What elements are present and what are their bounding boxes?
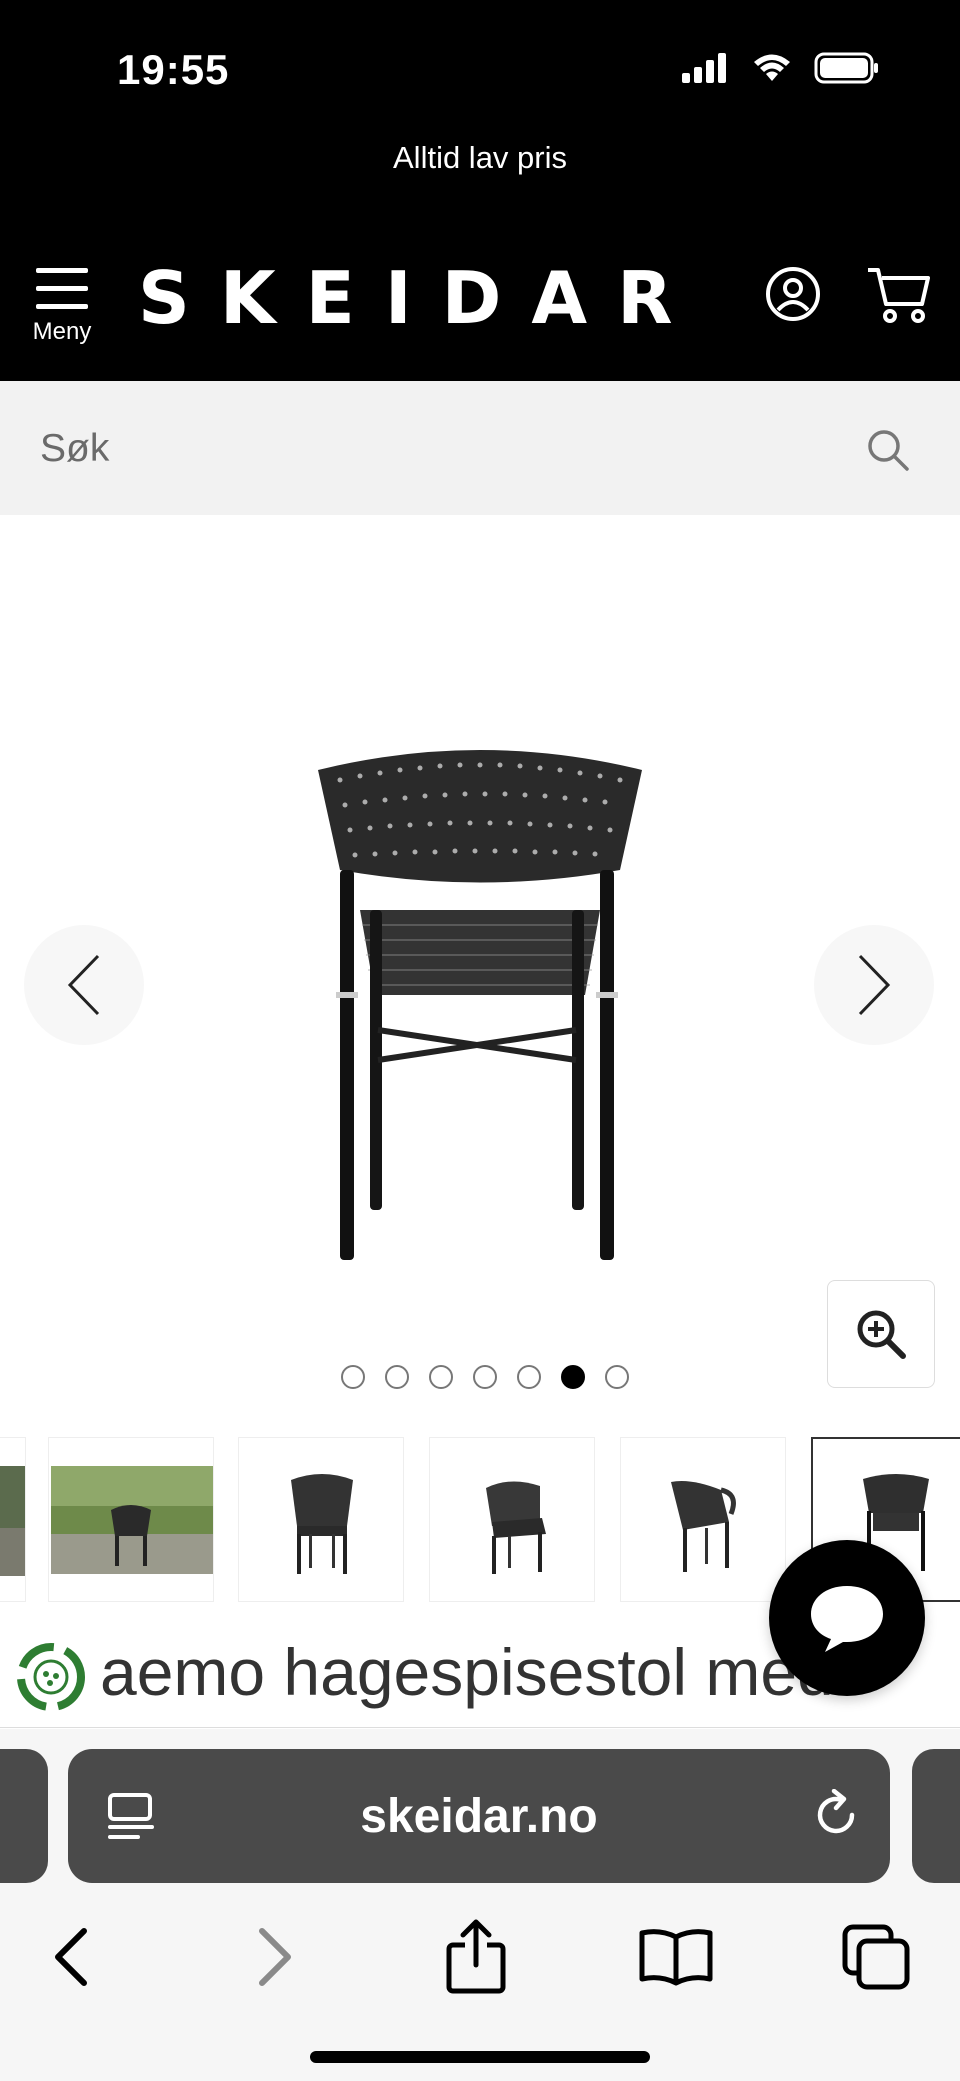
- pagination-dot[interactable]: [517, 1365, 541, 1389]
- chevron-left-icon: [67, 954, 100, 1016]
- pagination-dot[interactable]: [473, 1365, 497, 1389]
- skeidar-logo[interactable]: SKEIDAR: [138, 256, 703, 340]
- back-button[interactable]: [30, 1917, 110, 1997]
- wifi-icon: [754, 54, 790, 81]
- thumbnail-image: [486, 1481, 546, 1574]
- status-bar: 19:55: [0, 0, 960, 120]
- home-indicator: [310, 2051, 650, 2063]
- reload-icon[interactable]: [810, 1789, 862, 1841]
- search-input[interactable]: [40, 419, 840, 479]
- address-bar[interactable]: skeidar.no: [68, 1749, 890, 1883]
- status-icons: [682, 52, 880, 84]
- browser-toolbar: [0, 1907, 960, 2007]
- product-gallery: [0, 515, 960, 1435]
- pagination-dot-active[interactable]: [561, 1365, 585, 1389]
- forward-button[interactable]: [236, 1917, 316, 1997]
- thumbnail-image: [51, 1466, 213, 1574]
- pagination-dot[interactable]: [341, 1365, 365, 1389]
- product-title: aemo hagespisestol med: [100, 1635, 834, 1709]
- status-time: 19:55: [117, 46, 230, 93]
- chat-button[interactable]: [769, 1540, 925, 1696]
- zoom-in-icon: [857, 1310, 906, 1359]
- thumbnail[interactable]: [0, 1437, 26, 1602]
- bookmarks-button[interactable]: [636, 1917, 716, 1997]
- forward-arrow-icon: [259, 1928, 291, 1986]
- search-bar: [0, 381, 960, 515]
- promo-banner: Alltid lav pris: [393, 140, 567, 175]
- tabs-button[interactable]: [836, 1917, 916, 1997]
- chat-bubble-icon: [811, 1586, 883, 1652]
- cart-icon: [868, 268, 930, 323]
- thumbnail-image: [0, 1466, 25, 1576]
- back-arrow-icon: [55, 1928, 87, 1986]
- thumbnail-image: [671, 1481, 736, 1572]
- pagination-dot[interactable]: [605, 1365, 629, 1389]
- next-tab-edge[interactable]: [912, 1749, 960, 1883]
- tabs-icon: [842, 1924, 910, 1990]
- product-image[interactable]: [300, 730, 660, 1270]
- book-icon: [639, 1929, 713, 1986]
- thumbnail[interactable]: [620, 1437, 786, 1602]
- gallery-pagination: [0, 1365, 960, 1389]
- menu-label: Meny: [32, 318, 92, 345]
- gallery-next-button[interactable]: [814, 925, 934, 1045]
- eco-badge-icon[interactable]: [16, 1642, 86, 1712]
- hamburger-icon: [36, 268, 88, 309]
- pagination-dot[interactable]: [429, 1365, 453, 1389]
- chevron-right-icon: [858, 954, 891, 1016]
- menu-button[interactable]: Meny: [30, 266, 94, 350]
- gallery-prev-button[interactable]: [24, 925, 144, 1045]
- search-icon[interactable]: [866, 428, 910, 472]
- site-header: Meny SKEIDAR: [0, 240, 960, 360]
- account-button[interactable]: [765, 266, 821, 322]
- thumbnail-image: [291, 1474, 353, 1574]
- thumbnail[interactable]: [238, 1437, 404, 1602]
- browser-bar: skeidar.no: [0, 1729, 960, 2081]
- cart-button[interactable]: [866, 264, 932, 324]
- share-button[interactable]: [436, 1917, 516, 1997]
- previous-tab-edge[interactable]: [0, 1749, 48, 1883]
- share-icon: [446, 1919, 506, 1994]
- url-text: skeidar.no: [360, 1790, 598, 1843]
- user-icon: [766, 267, 820, 321]
- signal-icon: [682, 53, 726, 83]
- top-header-area: 19:55 Alltid lav pris Meny SKEIDAR: [0, 0, 960, 381]
- thumbnail[interactable]: [48, 1437, 214, 1602]
- pagination-dot[interactable]: [385, 1365, 409, 1389]
- thumbnail[interactable]: [429, 1437, 595, 1602]
- battery-icon: [814, 52, 878, 84]
